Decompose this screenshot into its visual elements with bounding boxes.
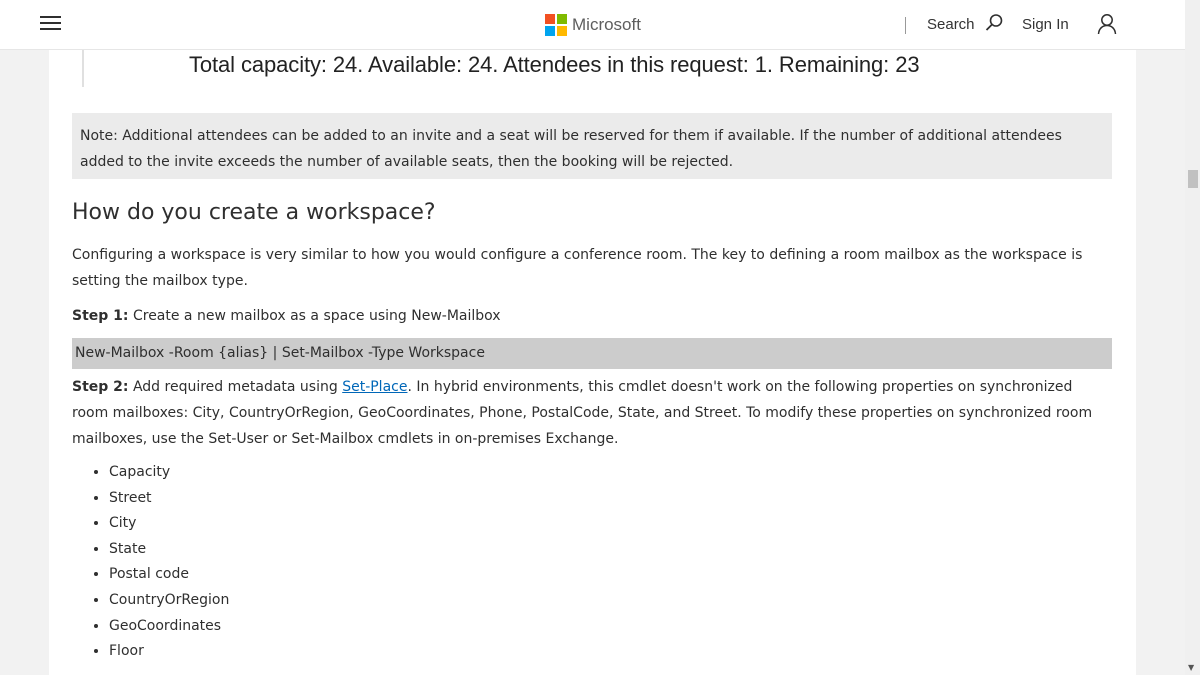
site-header: Microsoft Search Sign In — [0, 0, 1185, 50]
list-item: GeoCoordinates — [109, 614, 229, 640]
step-2-pre: Add required metadata using — [128, 379, 343, 395]
note-box: Note: Additional attendees can be added … — [72, 113, 1112, 179]
search-icon[interactable] — [984, 13, 1004, 37]
sign-in-link[interactable]: Sign In — [1022, 16, 1069, 33]
step-1: Step 1: Create a new mailbox as a space … — [72, 303, 501, 329]
search-button[interactable]: Search — [927, 16, 975, 33]
microsoft-logo-icon — [545, 14, 567, 36]
microsoft-logo[interactable]: Microsoft — [545, 14, 641, 36]
set-place-link[interactable]: Set-Place — [342, 379, 407, 395]
list-item: Street — [109, 486, 229, 512]
list-item: Floor — [109, 639, 229, 665]
scroll-down-arrow-icon[interactable]: ▼ — [1188, 663, 1194, 672]
article-content: Total capacity: 24. Available: 24. Atten… — [49, 50, 1136, 675]
list-item: CountryOrRegion — [109, 588, 229, 614]
brand-name: Microsoft — [572, 15, 641, 34]
menu-icon[interactable] — [40, 16, 61, 32]
list-item: Capacity — [109, 460, 229, 486]
step-2: Step 2: Add required metadata using Set-… — [72, 374, 1112, 452]
step-1-text: Create a new mailbox as a space using Ne… — [128, 308, 501, 324]
code-block: New-Mailbox -Room {alias} | Set-Mailbox … — [72, 338, 1112, 369]
properties-list: Capacity Street City State Postal code C… — [89, 460, 229, 665]
list-item: State — [109, 537, 229, 563]
header-divider — [905, 17, 906, 34]
account-icon[interactable] — [1097, 13, 1117, 39]
scrollbar-thumb[interactable] — [1188, 170, 1198, 188]
step-1-label: Step 1: — [72, 308, 129, 324]
list-item: City — [109, 511, 229, 537]
section-heading: How do you create a workspace? — [72, 200, 436, 225]
intro-paragraph: Configuring a workspace is very similar … — [72, 247, 1083, 289]
step-2-label: Step 2: — [72, 379, 129, 395]
image-border — [82, 50, 84, 87]
vertical-scrollbar[interactable]: ▼ — [1185, 0, 1200, 675]
list-item: Postal code — [109, 562, 229, 588]
screenshot-image-text: Total capacity: 24. Available: 24. Atten… — [189, 52, 920, 77]
